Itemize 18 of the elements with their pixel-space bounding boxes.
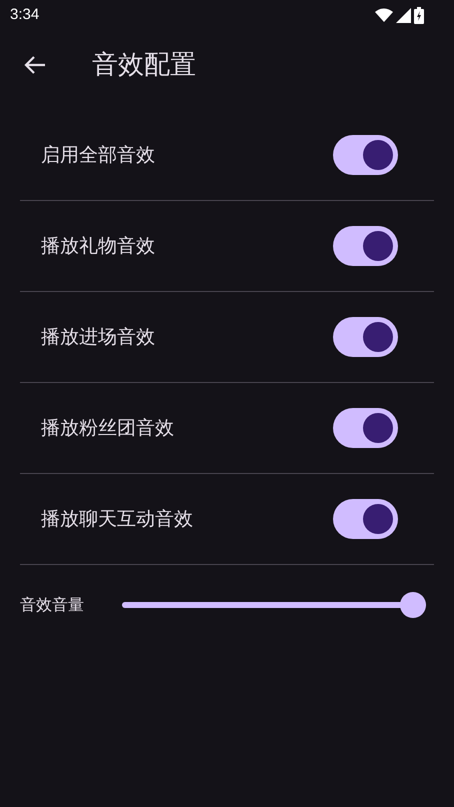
- volume-label: 音效音量: [20, 594, 85, 616]
- toggle-switch[interactable]: [333, 408, 398, 448]
- setting-label: 播放粉丝团音效: [41, 416, 174, 441]
- toggle-switch[interactable]: [333, 317, 398, 357]
- toggle-switch[interactable]: [333, 499, 398, 539]
- volume-slider[interactable]: [122, 592, 426, 618]
- signal-icon: [396, 8, 411, 22]
- page-title: 音效配置: [92, 48, 196, 82]
- setting-label: 播放礼物音效: [41, 234, 155, 259]
- battery-icon: [414, 6, 424, 24]
- status-time: 3:34: [10, 4, 40, 25]
- setting-label: 播放聊天互动音效: [41, 506, 193, 532]
- toggle-switch[interactable]: [333, 135, 398, 175]
- setting-label: 播放进场音效: [41, 324, 155, 350]
- back-arrow-icon: [24, 56, 46, 74]
- toggle-switch[interactable]: [333, 226, 398, 266]
- wifi-icon: [375, 8, 393, 22]
- setting-label: 启用全部音效: [41, 142, 155, 168]
